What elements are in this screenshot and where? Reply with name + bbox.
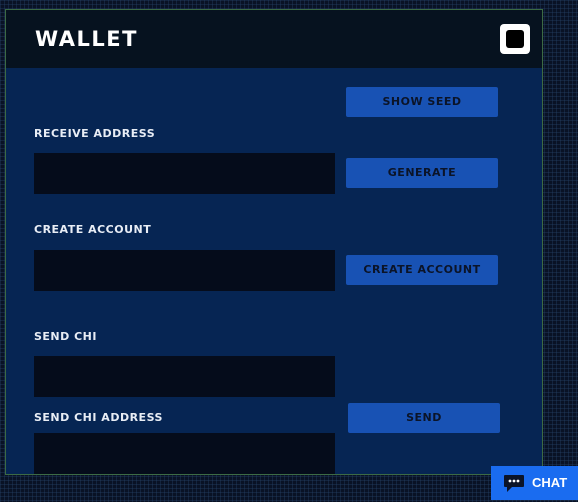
send-chi-label: SEND CHI (34, 330, 97, 343)
window-control-icon[interactable] (500, 24, 530, 54)
create-account-button[interactable]: CREATE ACCOUNT (346, 255, 498, 285)
generate-button[interactable]: GENERATE (346, 158, 498, 188)
wallet-titlebar: WALLET (6, 10, 542, 68)
create-account-input[interactable] (34, 250, 335, 291)
wallet-title: WALLET (35, 27, 138, 51)
chat-button[interactable]: CHAT (491, 466, 578, 500)
chat-label: CHAT (532, 475, 568, 490)
send-chi-address-input[interactable] (34, 433, 335, 474)
chat-bubble-icon (504, 475, 524, 492)
wallet-window: WALLET SHOW SEED RECEIVE ADDRESS GENERAT… (5, 9, 543, 475)
receive-address-input[interactable] (34, 153, 335, 194)
send-button[interactable]: SEND (348, 403, 500, 433)
show-seed-button[interactable]: SHOW SEED (346, 87, 498, 117)
send-chi-address-label: SEND CHI ADDRESS (34, 411, 163, 424)
create-account-label: CREATE ACCOUNT (34, 223, 152, 236)
send-chi-input[interactable] (34, 356, 335, 397)
window-control-icon-inner (506, 30, 524, 48)
receive-address-label: RECEIVE ADDRESS (34, 127, 156, 140)
